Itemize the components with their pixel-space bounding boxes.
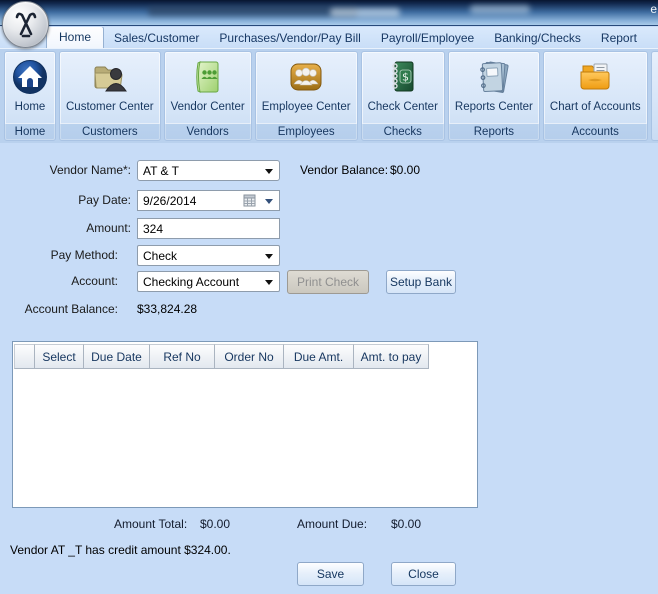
pay-method-value: Check: [143, 248, 178, 263]
ribbon-group-vendors: Vendor Center Vendors: [163, 51, 252, 141]
chart-of-accounts-button[interactable]: Chart of Accounts: [544, 52, 647, 123]
save-button[interactable]: Save: [297, 562, 364, 586]
customer-folder-icon: [90, 56, 130, 98]
ribbon-group-home: Home Home: [4, 51, 56, 141]
pay-method-select[interactable]: Check: [137, 245, 280, 266]
amount-due-value: $0.00: [391, 517, 422, 531]
chevron-down-icon: [265, 280, 273, 285]
tab-home[interactable]: Home: [46, 27, 105, 48]
pay-date-value: 9/26/2014: [143, 193, 197, 208]
vendor-name-value: AT & T: [143, 163, 180, 178]
setup-bank-button[interactable]: Setup Bank: [386, 270, 456, 294]
chevron-down-icon: [265, 254, 273, 259]
accounts-folder-icon: [575, 56, 615, 98]
column-header-rowselector[interactable]: [14, 344, 35, 369]
account-value: Checking Account: [143, 274, 240, 289]
amount-total-label: Amount Total:: [114, 517, 188, 531]
home-icon: [11, 56, 49, 98]
ribbon-group-partial: [650, 51, 658, 141]
ribbon-group-accounts: Chart of Accounts Accounts: [542, 51, 648, 141]
app-menu-orb-button[interactable]: [2, 1, 49, 48]
ribbon-group-caption: Customers: [60, 123, 160, 140]
amount-label: Amount:: [86, 221, 131, 235]
titlebar-gloss: [470, 5, 530, 14]
column-header-ref-no[interactable]: Ref No: [150, 344, 215, 369]
employee-center-button[interactable]: Employee Center: [256, 52, 357, 123]
reports-center-button[interactable]: Reports Center: [449, 52, 539, 123]
account-balance-value: $33,824.28: [137, 302, 198, 316]
ribbon-tab-bar: Home Sales/Customer Purchases/Vendor/Pay…: [0, 27, 658, 48]
tab-banking-checks[interactable]: Banking/Checks: [484, 28, 591, 48]
print-check-button[interactable]: Print Check: [287, 270, 369, 294]
ribbon-group-caption: Employees: [255, 123, 357, 140]
app-logo-icon: [15, 12, 36, 37]
pay-date-label: Pay Date:: [78, 193, 131, 207]
titlebar-text-fragment: e: [650, 2, 657, 16]
pay-bill-form: Vendor Name*: AT & T Vendor Balance: $0.…: [0, 143, 658, 594]
titlebar: e: [0, 0, 658, 26]
ribbon-group-caption: Vendors: [164, 123, 251, 140]
vendor-name-label: Vendor Name*:: [49, 163, 131, 177]
account-label: Account:: [71, 274, 118, 288]
calendar-icon: [243, 194, 257, 211]
app-window: e Home Sales/Customer Purchases/Vendor/P…: [0, 0, 658, 594]
customer-center-button[interactable]: Customer Center: [60, 52, 160, 123]
reports-books-icon: [474, 56, 514, 98]
pay-method-label: Pay Method:: [50, 248, 118, 262]
chevron-down-icon: [265, 169, 273, 174]
vendor-center-button[interactable]: Vendor Center: [165, 52, 251, 123]
checkbook-icon: $: [386, 56, 420, 98]
ribbon-group-employees: Employee Center Employees: [254, 51, 358, 141]
svg-text:$: $: [402, 71, 409, 84]
column-header-amt-to-pay[interactable]: Amt. to pay: [354, 344, 429, 369]
bills-table: Select Due Date Ref No Order No Due Amt.…: [12, 341, 478, 508]
tab-purchases-vendor-pay-bill[interactable]: Purchases/Vendor/Pay Bill: [209, 28, 370, 48]
ribbon: Home Home Customer Center Customers Vend…: [0, 48, 658, 143]
amount-due-label: Amount Due:: [297, 517, 368, 531]
employee-group-icon: [286, 56, 326, 98]
vendor-credit-message: Vendor AT _T has credit amount $324.00.: [10, 543, 231, 557]
account-select[interactable]: Checking Account: [137, 271, 280, 292]
tab-import-export[interactable]: Import/Expo: [647, 28, 658, 48]
chevron-down-icon: [265, 199, 273, 204]
close-button[interactable]: Close: [391, 562, 456, 586]
ribbon-group-caption: Accounts: [543, 123, 647, 140]
amount-total-value: $0.00: [200, 517, 231, 531]
check-center-button[interactable]: $ Check Center: [362, 52, 444, 123]
column-header-select[interactable]: Select: [35, 344, 84, 369]
amount-input[interactable]: 324: [137, 218, 280, 239]
titlebar-gloss: [330, 8, 400, 17]
bills-table-body-empty: [13, 369, 477, 507]
tab-sales-customer[interactable]: Sales/Customer: [104, 28, 209, 48]
pay-date-input[interactable]: 9/26/2014: [137, 190, 280, 211]
ribbon-group-checks: $ Check Center Checks: [360, 51, 445, 141]
blurred-title-text: [148, 6, 358, 16]
home-button[interactable]: Home: [5, 52, 55, 123]
column-header-order-no[interactable]: Order No: [215, 344, 284, 369]
vendor-book-icon: [190, 56, 226, 98]
account-balance-label: Account Balance:: [24, 302, 118, 316]
vendor-name-select[interactable]: AT & T: [137, 160, 280, 181]
column-header-due-date[interactable]: Due Date: [84, 344, 150, 369]
ribbon-group-customers: Customer Center Customers: [59, 51, 161, 141]
vendor-balance-value: $0.00: [390, 163, 421, 177]
ribbon-group-caption: Home: [5, 123, 55, 140]
tab-report[interactable]: Report: [591, 28, 647, 48]
ribbon-group-caption: Checks: [361, 123, 444, 140]
vendor-balance-label: Vendor Balance:: [300, 163, 389, 177]
column-header-due-amt[interactable]: Due Amt.: [284, 344, 354, 369]
ribbon-group-reports: Reports Center Reports: [447, 51, 540, 141]
ribbon-group-caption: Reports: [448, 123, 539, 140]
bills-table-header: Select Due Date Ref No Order No Due Amt.…: [13, 342, 477, 369]
tab-payroll-employee[interactable]: Payroll/Employee: [371, 28, 484, 48]
amount-value: 324: [143, 221, 164, 236]
